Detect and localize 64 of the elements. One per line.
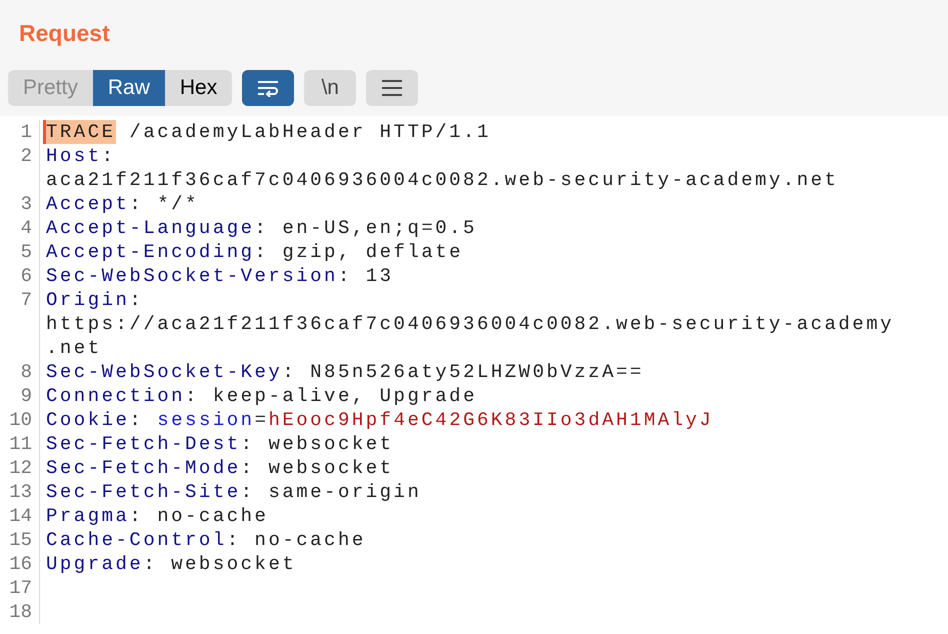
code-text: : xyxy=(129,288,144,312)
code-text: https://aca21f211f36caf7c0406936004c0082.web-security-academy xyxy=(46,312,894,336)
line-number: 14 xyxy=(0,504,40,528)
line-number: 11 xyxy=(0,432,40,456)
code-text: : websocket xyxy=(240,432,394,456)
code-text: : same-origin xyxy=(240,480,422,504)
line-number: 9 xyxy=(0,384,40,408)
line-number: 8 xyxy=(0,360,40,384)
menu-button[interactable] xyxy=(366,70,418,106)
line-number: 18 xyxy=(0,600,40,624)
wrap-button[interactable] xyxy=(242,70,294,106)
line-number: 16 xyxy=(0,552,40,576)
header-name: Sec-Fetch-Site xyxy=(46,480,241,504)
code-text: : xyxy=(102,144,116,168)
method-text: TRACE xyxy=(43,120,116,144)
line-number: 2 xyxy=(0,144,40,192)
line-number: 5 xyxy=(0,240,40,264)
line-number: 10 xyxy=(0,408,40,432)
code-text: = xyxy=(254,408,268,432)
line-number: 17 xyxy=(0,576,40,600)
newline-button[interactable]: \n xyxy=(304,70,356,106)
line-number: 7 xyxy=(0,288,40,360)
header-name: Connection xyxy=(46,384,186,408)
code-text: : gzip, deflate xyxy=(254,240,464,264)
view-tab[interactable]: Raw xyxy=(92,70,165,106)
view-tab[interactable]: Hex xyxy=(164,70,232,106)
code-text: : en-US,en;q=0.5 xyxy=(254,216,477,240)
line-number: 1 xyxy=(0,120,40,144)
line-number: 6 xyxy=(0,264,40,288)
header-name: Sec-WebSocket-Key xyxy=(46,360,282,384)
code-text: : N85n526aty52LHZW0bVzzA== xyxy=(282,360,644,384)
line-number: 12 xyxy=(0,456,40,480)
param-name: session xyxy=(157,408,255,432)
header-name: Accept xyxy=(46,192,130,216)
line-number: 4 xyxy=(0,216,40,240)
panel-title: Request xyxy=(19,20,110,47)
header-name: Upgrade xyxy=(46,552,144,576)
header-name: Sec-WebSocket-Version xyxy=(46,264,338,288)
header-name: Cookie xyxy=(46,408,130,432)
line-number: 15 xyxy=(0,528,40,552)
code-text: : keep-alive, Upgrade xyxy=(185,384,477,408)
code-text: /academyLabHeader HTTP/1.1 xyxy=(128,120,491,144)
header-name: Sec-Fetch-Mode xyxy=(46,456,241,480)
code-text: : no-cache xyxy=(226,528,366,552)
code-text: : websocket xyxy=(143,552,296,576)
header-name: Sec-Fetch-Dest xyxy=(46,432,241,456)
code-text: .net xyxy=(46,336,102,360)
param-value: hEooc9Hpf4eC42G6K83IIo3dAH1MAlyJ xyxy=(268,408,714,432)
line-number: 13 xyxy=(0,480,40,504)
code-text: : */* xyxy=(129,192,199,216)
code-text: aca21f211f36caf7c0406936004c0082.web-security-academy.net xyxy=(46,168,838,192)
header-name: Cache-Control xyxy=(46,528,227,552)
header-name: Pragma xyxy=(46,504,130,528)
wrap-icon xyxy=(256,79,280,97)
code-text: : 13 xyxy=(338,264,394,288)
header-name: Accept-Encoding xyxy=(46,240,255,264)
header-name: Host xyxy=(46,144,102,168)
code-text: : xyxy=(129,408,144,432)
code-text: : websocket xyxy=(240,456,394,480)
code-text: : no-cache xyxy=(129,504,268,528)
line-number: 3 xyxy=(0,192,40,216)
header-name: Accept-Language xyxy=(46,216,255,240)
menu-icon xyxy=(381,79,404,97)
header-name: Origin xyxy=(46,288,130,312)
